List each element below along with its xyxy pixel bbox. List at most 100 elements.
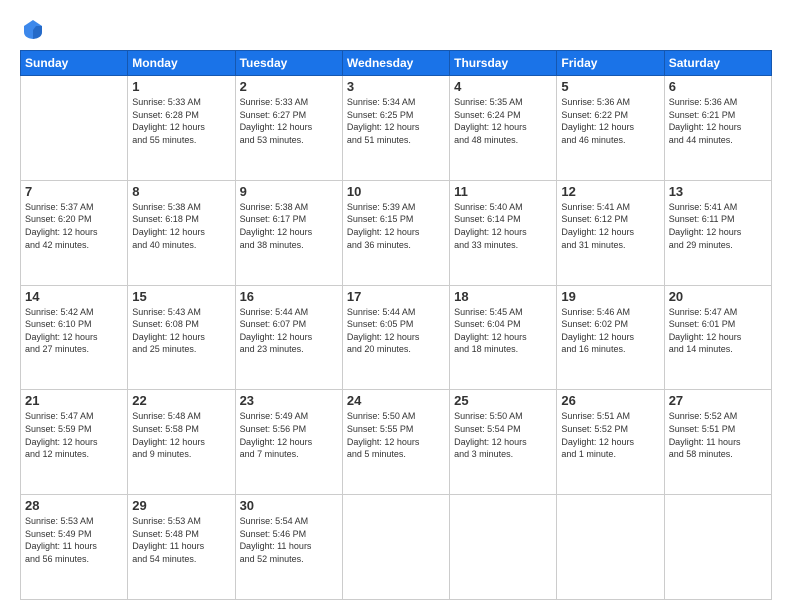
day-info: Sunrise: 5:50 AM Sunset: 5:54 PM Dayligh… [454, 410, 552, 460]
table-row: 10 Sunrise: 5:39 AM Sunset: 6:15 PM Dayli… [342, 180, 449, 285]
table-row: 14Sunrise: 5:42 AM Sunset: 6:10 PM Dayli… [21, 285, 128, 390]
day-info: Sunrise: 5:36 AM Sunset: 6:21 PM Dayligh… [669, 96, 767, 146]
day-number: 3 [347, 79, 445, 94]
table-row [557, 495, 664, 600]
table-row: 25 Sunrise: 5:50 AM Sunset: 5:54 PM Dayli… [450, 390, 557, 495]
calendar-table: Sunday Monday Tuesday Wednesday Thursday… [20, 50, 772, 600]
table-row: 17 Sunrise: 5:44 AM Sunset: 6:05 PM Dayli… [342, 285, 449, 390]
day-info: Sunrise: 5:38 AM Sunset: 6:18 PM Dayligh… [132, 201, 230, 251]
day-info: Sunrise: 5:50 AM Sunset: 5:55 PM Dayligh… [347, 410, 445, 460]
day-info: Sunrise: 5:41 AM Sunset: 6:12 PM Dayligh… [561, 201, 659, 251]
day-info: Sunrise: 5:40 AM Sunset: 6:14 PM Dayligh… [454, 201, 552, 251]
logo [20, 18, 44, 40]
calendar-week-row: 7 Sunrise: 5:37 AM Sunset: 6:20 PM Daylig… [21, 180, 772, 285]
col-friday: Friday [557, 51, 664, 76]
day-info: Sunrise: 5:53 AM Sunset: 5:49 PM Dayligh… [25, 515, 123, 565]
calendar-week-row: 1Sunrise: 5:33 AM Sunset: 6:28 PM Daylig… [21, 76, 772, 181]
day-number: 28 [25, 498, 123, 513]
logo-icon [22, 18, 44, 40]
table-row: 30 Sunrise: 5:54 AM Sunset: 5:46 PM Dayli… [235, 495, 342, 600]
calendar-header-row: Sunday Monday Tuesday Wednesday Thursday… [21, 51, 772, 76]
day-number: 27 [669, 393, 767, 408]
day-info: Sunrise: 5:39 AM Sunset: 6:15 PM Dayligh… [347, 201, 445, 251]
day-number: 26 [561, 393, 659, 408]
table-row: 20 Sunrise: 5:47 AM Sunset: 6:01 PM Dayli… [664, 285, 771, 390]
day-number: 10 [347, 184, 445, 199]
table-row: 16 Sunrise: 5:44 AM Sunset: 6:07 PM Dayli… [235, 285, 342, 390]
day-info: Sunrise: 5:33 AM Sunset: 6:28 PM Dayligh… [132, 96, 230, 146]
table-row: 24 Sunrise: 5:50 AM Sunset: 5:55 PM Dayli… [342, 390, 449, 495]
day-info: Sunrise: 5:34 AM Sunset: 6:25 PM Dayligh… [347, 96, 445, 146]
table-row: 19Sunrise: 5:46 AM Sunset: 6:02 PM Dayli… [557, 285, 664, 390]
table-row: 6 Sunrise: 5:36 AM Sunset: 6:21 PM Daylig… [664, 76, 771, 181]
day-info: Sunrise: 5:44 AM Sunset: 6:07 PM Dayligh… [240, 306, 338, 356]
day-info: Sunrise: 5:52 AM Sunset: 5:51 PM Dayligh… [669, 410, 767, 460]
day-info: Sunrise: 5:36 AM Sunset: 6:22 PM Dayligh… [561, 96, 659, 146]
calendar-week-row: 14Sunrise: 5:42 AM Sunset: 6:10 PM Dayli… [21, 285, 772, 390]
day-info: Sunrise: 5:44 AM Sunset: 6:05 PM Dayligh… [347, 306, 445, 356]
day-number: 16 [240, 289, 338, 304]
day-info: Sunrise: 5:54 AM Sunset: 5:46 PM Dayligh… [240, 515, 338, 565]
calendar-week-row: 21 Sunrise: 5:47 AM Sunset: 5:59 PM Dayli… [21, 390, 772, 495]
day-number: 21 [25, 393, 123, 408]
col-wednesday: Wednesday [342, 51, 449, 76]
table-row: 3 Sunrise: 5:34 AM Sunset: 6:25 PM Daylig… [342, 76, 449, 181]
table-row: 2Sunrise: 5:33 AM Sunset: 6:27 PM Daylig… [235, 76, 342, 181]
day-number: 30 [240, 498, 338, 513]
calendar-week-row: 28 Sunrise: 5:53 AM Sunset: 5:49 PM Dayli… [21, 495, 772, 600]
page: Sunday Monday Tuesday Wednesday Thursday… [0, 0, 792, 612]
day-info: Sunrise: 5:35 AM Sunset: 6:24 PM Dayligh… [454, 96, 552, 146]
col-tuesday: Tuesday [235, 51, 342, 76]
col-saturday: Saturday [664, 51, 771, 76]
day-info: Sunrise: 5:47 AM Sunset: 5:59 PM Dayligh… [25, 410, 123, 460]
table-row: 23 Sunrise: 5:49 AM Sunset: 5:56 PM Dayli… [235, 390, 342, 495]
day-info: Sunrise: 5:47 AM Sunset: 6:01 PM Dayligh… [669, 306, 767, 356]
day-number: 12 [561, 184, 659, 199]
table-row: 15 Sunrise: 5:43 AM Sunset: 6:08 PM Dayli… [128, 285, 235, 390]
table-row: 22 Sunrise: 5:48 AM Sunset: 5:58 PM Dayli… [128, 390, 235, 495]
day-number: 6 [669, 79, 767, 94]
day-number: 17 [347, 289, 445, 304]
table-row: 4Sunrise: 5:35 AM Sunset: 6:24 PM Daylig… [450, 76, 557, 181]
day-number: 22 [132, 393, 230, 408]
day-number: 29 [132, 498, 230, 513]
table-row: 18Sunrise: 5:45 AM Sunset: 6:04 PM Dayli… [450, 285, 557, 390]
table-row [450, 495, 557, 600]
table-row [664, 495, 771, 600]
col-monday: Monday [128, 51, 235, 76]
table-row: 11 Sunrise: 5:40 AM Sunset: 6:14 PM Dayli… [450, 180, 557, 285]
day-number: 15 [132, 289, 230, 304]
day-number: 13 [669, 184, 767, 199]
day-info: Sunrise: 5:48 AM Sunset: 5:58 PM Dayligh… [132, 410, 230, 460]
table-row [342, 495, 449, 600]
day-number: 19 [561, 289, 659, 304]
table-row: 21 Sunrise: 5:47 AM Sunset: 5:59 PM Dayli… [21, 390, 128, 495]
day-info: Sunrise: 5:37 AM Sunset: 6:20 PM Dayligh… [25, 201, 123, 251]
day-info: Sunrise: 5:42 AM Sunset: 6:10 PM Dayligh… [25, 306, 123, 356]
day-info: Sunrise: 5:53 AM Sunset: 5:48 PM Dayligh… [132, 515, 230, 565]
day-number: 7 [25, 184, 123, 199]
table-row: 9Sunrise: 5:38 AM Sunset: 6:17 PM Daylig… [235, 180, 342, 285]
table-row [21, 76, 128, 181]
day-number: 8 [132, 184, 230, 199]
col-thursday: Thursday [450, 51, 557, 76]
table-row: 7 Sunrise: 5:37 AM Sunset: 6:20 PM Daylig… [21, 180, 128, 285]
day-info: Sunrise: 5:49 AM Sunset: 5:56 PM Dayligh… [240, 410, 338, 460]
day-info: Sunrise: 5:43 AM Sunset: 6:08 PM Dayligh… [132, 306, 230, 356]
day-number: 5 [561, 79, 659, 94]
table-row: 8 Sunrise: 5:38 AM Sunset: 6:18 PM Daylig… [128, 180, 235, 285]
table-row: 27 Sunrise: 5:52 AM Sunset: 5:51 PM Dayli… [664, 390, 771, 495]
day-number: 23 [240, 393, 338, 408]
day-number: 11 [454, 184, 552, 199]
day-number: 24 [347, 393, 445, 408]
day-number: 20 [669, 289, 767, 304]
table-row: 13Sunrise: 5:41 AM Sunset: 6:11 PM Dayli… [664, 180, 771, 285]
table-row: 1Sunrise: 5:33 AM Sunset: 6:28 PM Daylig… [128, 76, 235, 181]
day-number: 18 [454, 289, 552, 304]
day-number: 9 [240, 184, 338, 199]
table-row: 26Sunrise: 5:51 AM Sunset: 5:52 PM Dayli… [557, 390, 664, 495]
day-number: 25 [454, 393, 552, 408]
table-row: 28 Sunrise: 5:53 AM Sunset: 5:49 PM Dayli… [21, 495, 128, 600]
header [20, 18, 772, 40]
day-number: 2 [240, 79, 338, 94]
